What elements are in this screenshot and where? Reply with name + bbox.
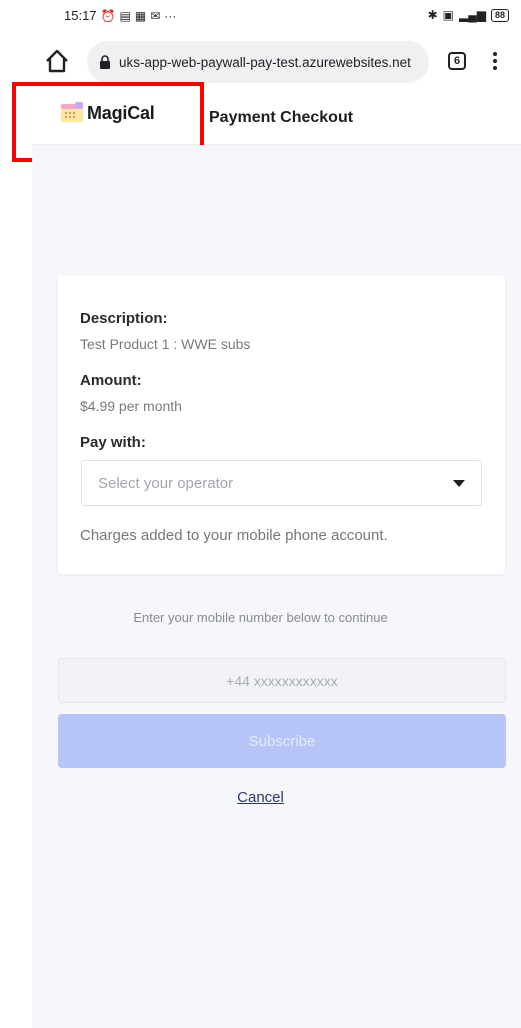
description-value: Test Product 1 : WWE subs [80, 336, 251, 352]
amount-value: $4.99 per month [80, 398, 182, 414]
description-label: Description: [80, 310, 168, 327]
address-bar[interactable]: uks-app-web-paywall-pay-test.azurewebsit… [87, 41, 429, 83]
volte-icon: ▣ [442, 8, 455, 22]
bluetooth-icon: ✱ [427, 8, 438, 22]
operator-select[interactable]: Select your operator [81, 460, 482, 506]
mobile-number-input[interactable] [58, 658, 506, 703]
subscribe-button[interactable]: Subscribe [58, 714, 506, 768]
operator-select-placeholder: Select your operator [98, 474, 234, 492]
pay-with-label: Pay with: [80, 434, 146, 451]
status-left: 15:17 ⏰ ▤ ▦ ✉ ··· [64, 8, 176, 23]
home-icon[interactable] [44, 48, 70, 74]
alarm-icon: ⏰ [100, 8, 116, 23]
amount-label: Amount: [80, 372, 142, 389]
tab-switcher-button[interactable]: 6 [448, 52, 466, 70]
app-notification-icon: ▦ [134, 8, 147, 23]
battery-icon: 88 [490, 8, 509, 22]
status-time: 15:17 [64, 8, 97, 23]
url-text: uks-app-web-paywall-pay-test.azurewebsit… [119, 54, 411, 70]
lock-icon [100, 55, 110, 69]
mail-icon: ✉ [150, 8, 161, 23]
status-right: ✱ ▣ ▂▄▆ 88 [428, 8, 509, 22]
status-bar: 15:17 ⏰ ▤ ▦ ✉ ··· ✱ ▣ ▂▄▆ 88 [0, 0, 521, 34]
browser-menu-icon[interactable] [492, 52, 498, 72]
page-title: Payment Checkout [209, 109, 354, 126]
signal-icon: ▂▄▆ [459, 8, 486, 22]
charges-note: Charges added to your mobile phone accou… [80, 527, 388, 544]
mobile-number-hint: Enter your mobile number below to contin… [133, 610, 388, 625]
more-notifications-icon: ··· [164, 8, 177, 23]
checkout-card: Description: Test Product 1 : WWE subs A… [58, 276, 505, 574]
notes-icon: ▤ [119, 8, 131, 23]
cancel-link[interactable]: Cancel [0, 789, 521, 806]
caret-down-icon [453, 480, 465, 487]
